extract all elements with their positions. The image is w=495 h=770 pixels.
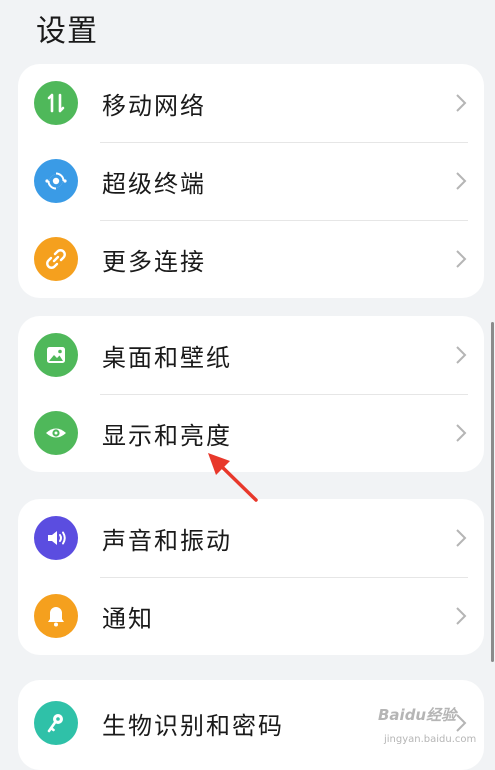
chevron-right-icon [456,94,467,112]
settings-item-label: 通知 [102,604,154,633]
settings-item-sound-vibration[interactable]: 声音和振动 [18,499,484,577]
link-icon [34,237,78,281]
chevron-right-icon [456,529,467,547]
bell-icon [34,594,78,638]
settings-item-notifications[interactable]: 通知 [18,577,484,655]
settings-item-super-device[interactable]: 超级终端 [18,142,484,220]
eye-icon [34,411,78,455]
settings-item-more-connections[interactable]: 更多连接 [18,220,484,298]
scrollbar[interactable] [491,322,494,662]
settings-item-label: 移动网络 [102,91,206,120]
speaker-icon [34,516,78,560]
settings-item-label: 超级终端 [102,169,206,198]
settings-item-home-wallpaper[interactable]: 桌面和壁纸 [18,316,484,394]
settings-group-connectivity: 移动网络 超级终端 更多连接 [18,64,484,298]
page-title: 设置 [36,14,98,49]
chevron-right-icon [456,172,467,190]
settings-item-label: 生物识别和密码 [102,711,284,740]
chevron-right-icon [456,346,467,364]
wallpaper-icon [34,333,78,377]
mobile-network-icon [34,81,78,125]
settings-item-label: 桌面和壁纸 [102,343,232,372]
key-icon [34,701,78,745]
settings-item-label: 声音和振动 [102,526,232,555]
chevron-right-icon [456,607,467,625]
super-device-icon [34,159,78,203]
settings-item-label: 更多连接 [102,247,206,276]
chevron-right-icon [456,424,467,442]
settings-item-mobile-network[interactable]: 移动网络 [18,64,484,142]
watermark-url: jingyan.baidu.com [384,734,477,745]
settings-group-security: 生物识别和密码 [18,680,484,770]
settings-item-label: 显示和亮度 [102,421,232,450]
annotation-arrow [208,453,258,502]
chevron-right-icon [456,250,467,268]
watermark-logo: Baidu经验 [378,706,457,724]
settings-group-sound-notify: 声音和振动 通知 [18,499,484,655]
